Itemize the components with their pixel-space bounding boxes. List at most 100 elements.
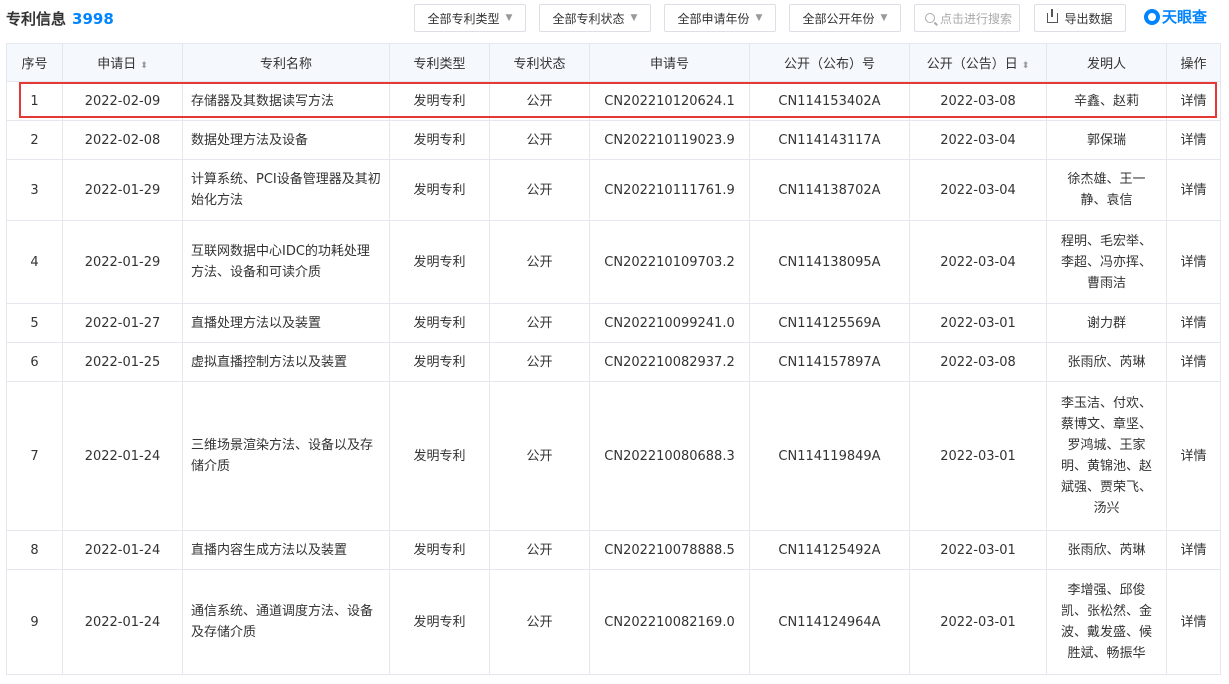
cell-patent-name[interactable]: 计算系统、PCI设备管理器及其初始化方法 <box>182 159 390 221</box>
cell-publication-date: 2022-03-01 <box>909 530 1047 570</box>
detail-link[interactable]: 详情 <box>1166 381 1221 531</box>
detail-link[interactable]: 详情 <box>1166 81 1221 121</box>
chevron-down-icon: ▼ <box>630 13 638 23</box>
chevron-down-icon: ▼ <box>880 13 888 23</box>
cell-inventors: 程明、毛宏举、李超、冯亦挥、曹雨洁 <box>1046 220 1167 304</box>
cell-publication-date: 2022-03-04 <box>909 120 1047 160</box>
table-row: 6 2022-01-25 虚拟直播控制方法以及装置 发明专利 公开 CN202210082… <box>6 342 1221 382</box>
cell-patent-name[interactable]: 直播处理方法以及装置 <box>182 303 390 343</box>
filter-patent-status-dropdown[interactable]: 全部专利状态 ▼ <box>539 4 651 32</box>
cell-patent-name[interactable]: 三维场景渲染方法、设备以及存储介质 <box>182 381 390 531</box>
filter-label: 全部专利状态 <box>552 11 625 26</box>
cell-patent-name[interactable]: 直播内容生成方法以及装置 <box>182 530 390 570</box>
filter-publication-year-dropdown[interactable]: 全部公开年份 ▼ <box>789 4 901 32</box>
search-input[interactable]: 点击进行搜索 <box>914 4 1020 32</box>
patent-table: 序号 申请日 ⬍ 专利名称 专利类型 专利状态 申请号 公开（公布）号 公开（公告… <box>6 43 1221 675</box>
col-header-application-number: 申请号 <box>589 43 750 82</box>
col-header-application-date[interactable]: 申请日 ⬍ <box>62 43 183 82</box>
cell-patent-type: 发明专利 <box>389 569 490 675</box>
table-row: 7 2022-01-24 三维场景渲染方法、设备以及存储介质 发明专利 公开 CN2022… <box>6 381 1221 531</box>
cell-inventors: 李玉洁、付欢、蔡博文、章坚、罗鸿城、王家明、黄锦池、赵斌强、贾荣飞、汤兴 <box>1046 381 1167 531</box>
detail-link[interactable]: 详情 <box>1166 303 1221 343</box>
cell-application-date: 2022-01-24 <box>62 530 183 570</box>
cell-patent-status: 公开 <box>489 530 590 570</box>
cell-patent-status: 公开 <box>489 303 590 343</box>
col-header-index: 序号 <box>6 43 63 82</box>
cell-application-date: 2022-01-24 <box>62 381 183 531</box>
detail-link[interactable]: 详情 <box>1166 220 1221 304</box>
cell-application-number: CN202210119023.9 <box>589 120 750 160</box>
cell-application-number: CN202210099241.0 <box>589 303 750 343</box>
page-title: 专利信息 3998 <box>6 8 114 29</box>
col-header-patent-name: 专利名称 <box>182 43 390 82</box>
cell-patent-name[interactable]: 存储器及其数据读写方法 <box>182 81 390 121</box>
cell-inventors: 张雨欣、芮琳 <box>1046 342 1167 382</box>
cell-patent-type: 发明专利 <box>389 530 490 570</box>
cell-inventors: 谢力群 <box>1046 303 1167 343</box>
cell-publication-number: CN114125569A <box>749 303 910 343</box>
table-row: 8 2022-01-24 直播内容生成方法以及装置 发明专利 公开 CN202210078… <box>6 530 1221 570</box>
cell-application-number: CN202210120624.1 <box>589 81 750 121</box>
detail-link[interactable]: 详情 <box>1166 569 1221 675</box>
cell-application-date: 2022-01-29 <box>62 159 183 221</box>
cell-application-date: 2022-02-09 <box>62 81 183 121</box>
logo-icon <box>1144 8 1160 25</box>
cell-patent-name[interactable]: 通信系统、通道调度方法、设备及存储介质 <box>182 569 390 675</box>
cell-patent-status: 公开 <box>489 120 590 160</box>
col-header-label: 公开（公告）日 <box>926 57 1018 72</box>
logo[interactable]: 天眼查 <box>1144 6 1207 27</box>
export-data-button[interactable]: 导出数据 <box>1034 4 1126 32</box>
cell-publication-date: 2022-03-01 <box>909 381 1047 531</box>
cell-publication-date: 2022-03-04 <box>909 159 1047 221</box>
cell-application-date: 2022-01-25 <box>62 342 183 382</box>
cell-inventors: 张雨欣、芮琳 <box>1046 530 1167 570</box>
logo-text: 天眼查 <box>1162 8 1208 26</box>
table-row: 2 2022-02-08 数据处理方法及设备 发明专利 公开 CN202210119023… <box>6 120 1221 160</box>
table-row: 3 2022-01-29 计算系统、PCI设备管理器及其初始化方法 发明专利 公开 CN2… <box>6 159 1221 221</box>
col-header-publication-number: 公开（公布）号 <box>749 43 910 82</box>
cell-patent-name[interactable]: 虚拟直播控制方法以及装置 <box>182 342 390 382</box>
cell-inventors: 郭保瑞 <box>1046 120 1167 160</box>
table-row: 5 2022-01-27 直播处理方法以及装置 发明专利 公开 CN20221009924… <box>6 303 1221 343</box>
cell-patent-type: 发明专利 <box>389 220 490 304</box>
cell-patent-status: 公开 <box>489 220 590 304</box>
cell-application-number: CN202210080688.3 <box>589 381 750 531</box>
cell-index: 5 <box>6 303 63 343</box>
cell-patent-name[interactable]: 数据处理方法及设备 <box>182 120 390 160</box>
cell-application-number: CN202210082937.2 <box>589 342 750 382</box>
cell-index: 6 <box>6 342 63 382</box>
detail-link[interactable]: 详情 <box>1166 159 1221 221</box>
cell-inventors: 李增强、邱俊凯、张松然、金波、戴发盛、候胜斌、畅振华 <box>1046 569 1167 675</box>
filter-application-year-dropdown[interactable]: 全部申请年份 ▼ <box>664 4 776 32</box>
cell-application-number: CN202210109703.2 <box>589 220 750 304</box>
cell-publication-number: CN114143117A <box>749 120 910 160</box>
chevron-down-icon: ▼ <box>505 13 513 23</box>
cell-publication-date: 2022-03-08 <box>909 81 1047 121</box>
cell-publication-number: CN114138702A <box>749 159 910 221</box>
table-row: 9 2022-01-24 通信系统、通道调度方法、设备及存储介质 发明专利 公开 CN20… <box>6 569 1221 675</box>
detail-link[interactable]: 详情 <box>1166 530 1221 570</box>
detail-link[interactable]: 详情 <box>1166 120 1221 160</box>
cell-publication-number: CN114138095A <box>749 220 910 304</box>
cell-index: 7 <box>6 381 63 531</box>
patent-count: 3998 <box>72 10 114 28</box>
cell-application-date: 2022-01-24 <box>62 569 183 675</box>
cell-index: 8 <box>6 530 63 570</box>
cell-index: 4 <box>6 220 63 304</box>
filter-patent-type-dropdown[interactable]: 全部专利类型 ▼ <box>414 4 526 32</box>
export-label: 导出数据 <box>1064 11 1113 26</box>
col-header-patent-type: 专利类型 <box>389 43 490 82</box>
title-text: 专利信息 <box>6 10 67 28</box>
filter-label: 全部专利类型 <box>427 11 500 26</box>
cell-patent-name[interactable]: 互联网数据中心IDC的功耗处理方法、设备和可读介质 <box>182 220 390 304</box>
cell-index: 3 <box>6 159 63 221</box>
cell-index: 2 <box>6 120 63 160</box>
cell-publication-date: 2022-03-01 <box>909 303 1047 343</box>
table-header-row: 序号 申请日 ⬍ 专利名称 专利类型 专利状态 申请号 公开（公布）号 公开（公告… <box>6 43 1221 82</box>
col-header-label: 申请日 <box>97 57 137 72</box>
cell-publication-number: CN114124964A <box>749 569 910 675</box>
col-header-publication-date[interactable]: 公开（公告）日 ⬍ <box>909 43 1047 82</box>
search-placeholder: 点击进行搜索 <box>940 11 1013 26</box>
table-row: 1 2022-02-09 存储器及其数据读写方法 发明专利 公开 CN2022101206… <box>6 81 1221 121</box>
detail-link[interactable]: 详情 <box>1166 342 1221 382</box>
